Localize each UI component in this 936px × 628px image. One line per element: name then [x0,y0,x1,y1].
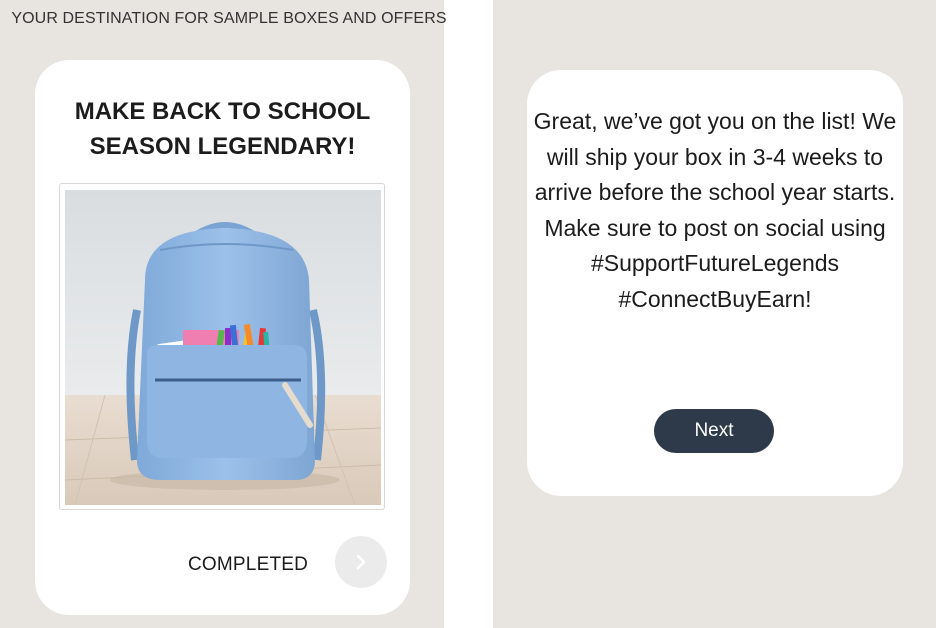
tagline: YOUR DESTINATION FOR SAMPLE BOXES AND OF… [11,10,447,27]
chevron-right-icon [356,554,366,570]
offer-image [59,183,385,510]
next-arrow-button[interactable] [335,536,387,588]
confirmation-message: Great, we’ve got you on the list! We wil… [533,108,897,312]
backpack-image [65,190,381,505]
offer-title: MAKE BACK TO SCHOOL SEASON LEGENDARY! [74,98,371,160]
next-button[interactable]: Next [654,409,774,453]
status-completed: COMPLETED [188,554,309,575]
